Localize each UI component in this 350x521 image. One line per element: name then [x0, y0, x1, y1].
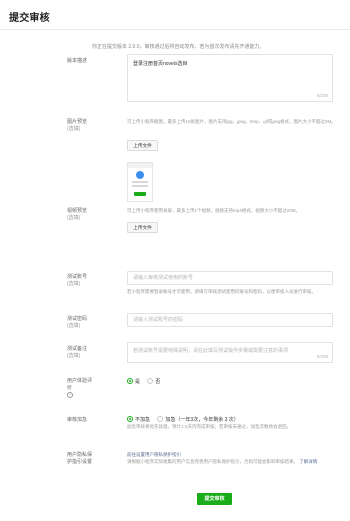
- page-header: 提交审核: [0, 0, 350, 30]
- password-sublabel: (选填): [67, 323, 81, 329]
- speed-label: 审核加急: [67, 417, 88, 423]
- privacy-label: 用户隐私保护指引设置: [67, 452, 93, 465]
- thumb-logo-icon: [136, 171, 144, 179]
- desc-counter: 0/200: [316, 93, 328, 98]
- desc-label: 版本描述: [67, 58, 95, 65]
- account-label: 测试账号 (选填): [67, 274, 95, 288]
- radio-dot-selected: [127, 378, 133, 384]
- privacy-settings-link[interactable]: 前往设置用户隐私保护指引: [127, 452, 181, 457]
- account-sublabel: (选填): [67, 281, 81, 287]
- page-title: 提交审核: [9, 13, 50, 24]
- thumb-button: [134, 192, 146, 196]
- speed-urgent-radio[interactable]: 加急（一年3次，今年剩余 3 次）: [157, 416, 239, 424]
- feedback-no-label: 否: [155, 379, 161, 385]
- speed-none-radio[interactable]: 不加急: [127, 416, 150, 424]
- upload-video-button[interactable]: 上传文件: [127, 222, 158, 233]
- account-hint: 若小程序需要登录账号才可使用，请填写审核测试使用的账号和密码，以便审核人员进行审…: [127, 289, 316, 294]
- feedback-yes-radio[interactable]: 是: [127, 378, 140, 386]
- remark-sublabel: (选填): [67, 353, 81, 359]
- video-label: 视频预览 (选填): [67, 208, 95, 222]
- screenshot-label-text: 图片预览: [67, 119, 88, 125]
- account-placeholder: 请输入审核测试使用的账号: [133, 275, 194, 281]
- speed-urgent-label: 加急（一年3次，今年剩余 3 次）: [165, 417, 239, 423]
- feedback-no-radio[interactable]: 否: [147, 378, 160, 386]
- privacy-hint: 请根据小程序实际收集的用户信息完善用户隐私保护指引，否则可能会影响审核结果。: [127, 458, 298, 464]
- remark-label-text: 测试备注: [67, 346, 88, 352]
- desc-textarea[interactable]: 登录注册首页novels选目 0/200: [127, 54, 333, 102]
- feedback-radio-group: 是 否: [127, 378, 166, 386]
- remark-label: 测试备注 (选填): [67, 346, 95, 360]
- account-label-text: 测试账号: [67, 274, 88, 280]
- test-account-input[interactable]: 请输入审核测试使用的账号: [127, 271, 333, 285]
- test-password-input[interactable]: 请输入测试账号的密码: [127, 313, 333, 327]
- remark-box-spacer: [127, 342, 333, 363]
- video-hint: 可上传小程序使用录屏，最多上传1个视频，视频支持mp4格式，视频大小不超过20M…: [127, 208, 301, 213]
- thumb-line: [132, 185, 148, 187]
- upload-screenshot-button[interactable]: 上传文件: [127, 140, 158, 151]
- submit-review-button[interactable]: 提交审核: [197, 493, 232, 505]
- desc-label-text: 版本描述: [67, 58, 88, 64]
- password-label-text: 测试密码: [67, 316, 88, 322]
- submit-review-page: 提交审核 你正在提交版本 2.0.0，审核通过后将自动发布，若为首次发布请先开通…: [0, 0, 350, 521]
- video-label-text: 视频预览: [67, 208, 88, 214]
- screenshot-thumbnail[interactable]: [127, 162, 153, 202]
- screenshot-hint: 可上传小程序截图，最多上传10张图片，图片支持jpg、jpeg、bmp、gif或…: [127, 119, 336, 124]
- feedback-yes-label: 是: [135, 379, 141, 385]
- thumb-header: [128, 163, 152, 168]
- learn-more-link[interactable]: 了解详情: [299, 459, 317, 464]
- thumb-line: [132, 181, 148, 183]
- speed-none-label: 不加急: [135, 417, 151, 423]
- radio-dot: [147, 378, 154, 384]
- speed-hint: 加急审核将优先处理，预计1-2天内完成审核；若审核未通过，加急次数将会退回。: [127, 424, 292, 429]
- radio-dot: [157, 416, 164, 422]
- screenshot-sublabel: (选填): [67, 126, 81, 132]
- privacy-block: 前往设置用户隐私保护指引 请根据小程序实际收集的用户信息完善用户隐私保护指引，否…: [127, 452, 337, 465]
- screenshot-label: 图片预览 (选填): [67, 119, 95, 133]
- password-label: 测试密码 (选填): [67, 316, 95, 330]
- feedback-label: 用户体验评价: [67, 378, 93, 391]
- password-placeholder: 请输入测试账号的密码: [133, 317, 184, 323]
- version-notice: 你正在提交版本 2.0.0，审核通过后将自动发布，若为首次发布请先开通能力。: [92, 44, 265, 50]
- radio-dot-selected: [127, 416, 133, 422]
- video-sublabel: (选填): [67, 215, 81, 221]
- info-icon[interactable]: ?: [67, 392, 73, 398]
- desc-value: 登录注册首页novels选目: [133, 61, 188, 67]
